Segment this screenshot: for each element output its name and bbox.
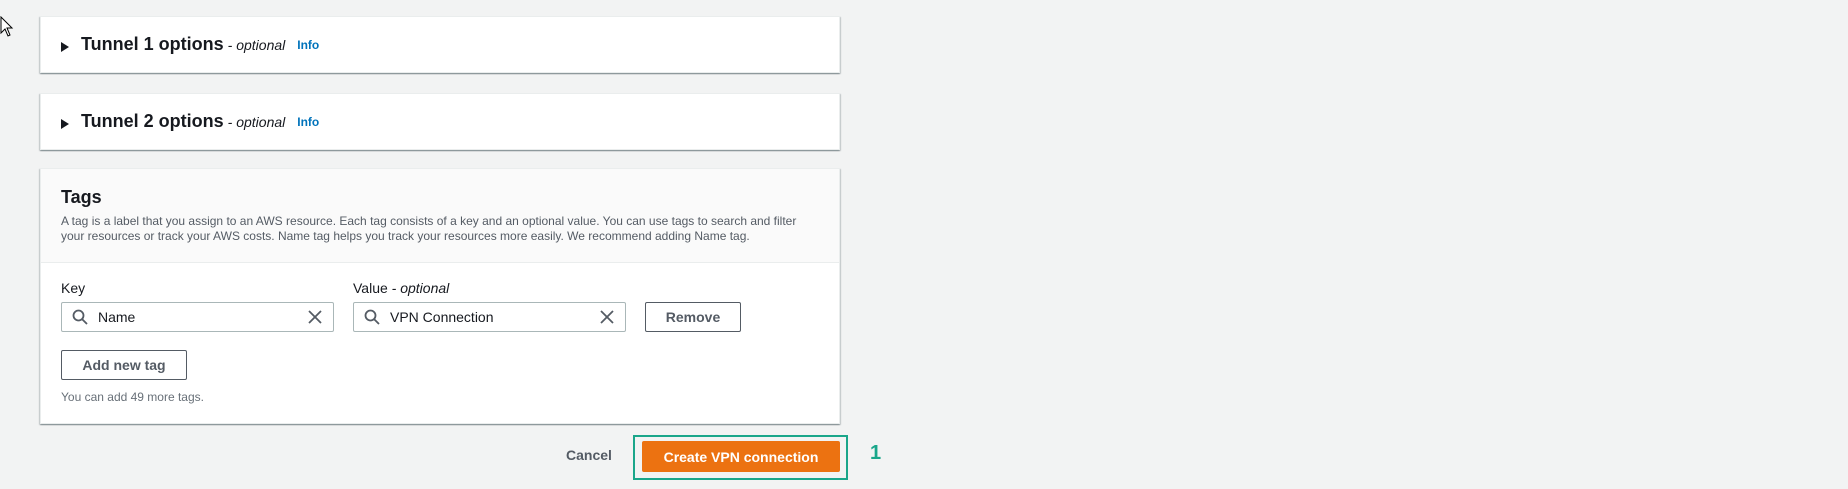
tunnel-1-options-expander[interactable]: Tunnel 1 options - optional Info xyxy=(41,17,839,72)
add-new-tag-button[interactable]: Add new tag xyxy=(61,350,187,380)
tags-description: A tag is a label that you assign to an A… xyxy=(61,214,797,243)
search-icon xyxy=(364,309,380,325)
tag-key-input[interactable]: Name xyxy=(61,302,334,332)
tag-key-value: Name xyxy=(98,309,136,325)
tunnel-2-title: Tunnel 2 options xyxy=(81,111,224,131)
search-icon xyxy=(72,309,88,325)
tags-body: Key Value - optional Name VPN Connection xyxy=(41,263,839,423)
create-vpn-connection-button[interactable]: Create VPN connection xyxy=(642,441,840,472)
tunnel-2-info-link[interactable]: Info xyxy=(297,115,319,129)
tunnel-1-optional: - optional xyxy=(227,36,286,53)
tags-remaining-hint: You can add 49 more tags. xyxy=(61,390,204,404)
caret-right-icon xyxy=(61,42,69,52)
cancel-button[interactable]: Cancel xyxy=(566,447,612,463)
caret-right-icon xyxy=(61,119,69,129)
tunnel-1-options-panel: Tunnel 1 options - optional Info xyxy=(40,16,840,73)
tags-header: Tags A tag is a label that you assign to… xyxy=(41,169,839,263)
tag-value-value: VPN Connection xyxy=(390,309,494,325)
key-label: Key xyxy=(61,280,86,296)
tunnel-1-info-link[interactable]: Info xyxy=(297,38,319,52)
step-number-marker: 1 xyxy=(870,442,882,464)
remove-tag-button[interactable]: Remove xyxy=(645,302,741,332)
value-label: Value - optional xyxy=(353,280,449,296)
tag-value-input[interactable]: VPN Connection xyxy=(353,302,626,332)
tunnel-1-title: Tunnel 1 options xyxy=(81,34,224,54)
tags-panel: Tags A tag is a label that you assign to… xyxy=(40,168,840,424)
tunnel-2-options-panel: Tunnel 2 options - optional Info xyxy=(40,93,840,150)
clear-icon[interactable] xyxy=(599,309,615,325)
tunnel-2-optional: - optional xyxy=(227,113,286,130)
tags-title: Tags xyxy=(61,187,102,207)
value-label-text: Value xyxy=(353,280,388,296)
value-label-optional: - optional xyxy=(391,280,450,296)
clear-icon[interactable] xyxy=(307,309,323,325)
tunnel-2-options-expander[interactable]: Tunnel 2 options - optional Info xyxy=(41,94,839,149)
mouse-cursor-icon xyxy=(0,16,14,37)
